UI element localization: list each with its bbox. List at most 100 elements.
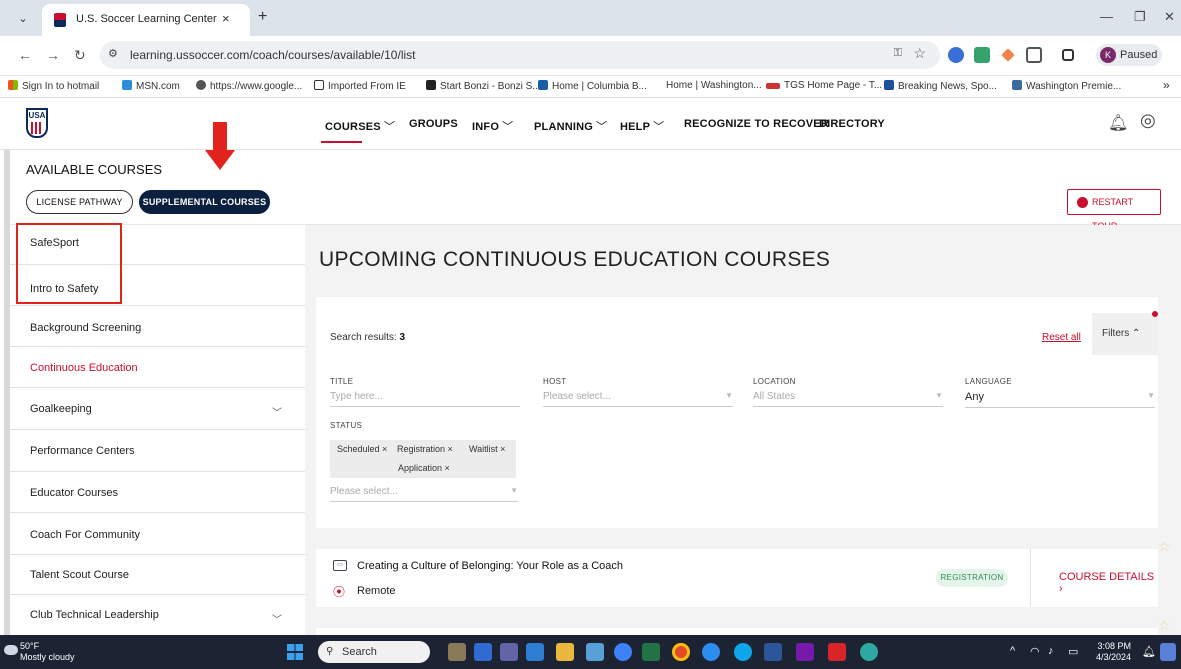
host-filter-select[interactable]: Please select... ▼ [543,391,733,407]
new-tab-button[interactable]: + [258,8,267,26]
chevron-up-icon: ⌃ [1132,328,1141,339]
tab-close-icon[interactable]: × [222,11,230,26]
language-filter-select[interactable]: Any ▼ [965,391,1155,408]
bell-icon[interactable]: 🔔︎ [1108,113,1128,133]
bookmark-hotmail[interactable]: Sign In to hotmail [8,80,99,92]
extensions-puzzle-icon[interactable] [1026,47,1042,63]
filters-toggle[interactable]: Filters ⌃ [1092,313,1158,355]
nav-directory[interactable]: DIRECTORY [819,118,885,130]
weather-widget[interactable]: 50°F Mostly cloudy [4,641,75,663]
user-profile-icon[interactable]: ◎ [1140,110,1156,131]
minimize-button[interactable]: — [1100,9,1113,24]
taskbar-search[interactable]: ⚲ Search [318,641,430,663]
favorite-star-icon-2[interactable]: ☆ [1158,617,1171,634]
extension-2-icon[interactable] [974,47,990,63]
notification-bell-icon[interactable]: 🔔︎ [1142,645,1156,658]
chevron-down-icon[interactable]: ﹀ [272,404,282,419]
copilot-icon[interactable] [448,643,466,661]
status-chip-application[interactable]: Application × [398,459,450,477]
chrome-icon[interactable] [672,643,690,661]
outlook-icon[interactable] [702,643,720,661]
chrome-canary-icon[interactable] [614,643,632,661]
bookmark-star-icon[interactable]: ☆ [913,45,926,62]
edge-icon[interactable] [734,643,752,661]
profile-button[interactable]: K Paused [1096,44,1162,66]
copilot-tray-icon[interactable] [1160,643,1176,661]
windows-start-icon[interactable] [287,644,303,660]
location-filter-select[interactable]: All States ▼ [753,391,943,407]
course-card-next[interactable] [316,628,1158,635]
bookmark-columbia[interactable]: Home | Columbia B... [538,80,647,92]
nav-info[interactable]: INFO ﹀ [472,118,513,134]
browser-tab[interactable]: U.S. Soccer Learning Center × [42,4,250,36]
teams-icon[interactable] [500,643,518,661]
license-pathway-button[interactable]: LICENSE PATHWAY [26,190,133,214]
title-filter-input[interactable]: Type here... [330,391,520,407]
nav-recognize-to-recover[interactable]: RECOGNIZE TO RECOVER [684,118,829,130]
word-icon[interactable] [764,643,782,661]
sidebar-item-goalkeeping[interactable]: Goalkeeping ﹀ [10,388,305,430]
system-clock[interactable]: 3:08 PM 4/3/2024 [1096,641,1131,663]
address-bar[interactable]: ⚙ learning.ussoccer.com/coach/courses/av… [100,41,940,69]
nav-planning[interactable]: PLANNING ﹀ [534,118,607,134]
nav-courses[interactable]: COURSES ﹀ [325,118,395,134]
wifi-icon[interactable]: ◠ [1030,645,1040,658]
status-chip-registration[interactable]: Registration × [397,440,453,458]
forward-arrow-icon[interactable]: → [46,47,60,63]
onenote-icon[interactable] [796,643,814,661]
excel-icon[interactable] [642,643,660,661]
nav-help[interactable]: HELP ﹀ [620,118,664,134]
course-card[interactable]: ▭ Creating a Culture of Belonging: Your … [316,549,1158,607]
tray-overflow-icon[interactable]: ^ [1010,645,1015,657]
status-chip-waitlist[interactable]: Waitlist × [469,440,505,458]
course-details-link[interactable]: COURSE DETAILS › [1059,571,1158,595]
sidebar-item-background-screening[interactable]: Background Screening [10,306,305,347]
battery-icon[interactable]: ▭ [1068,645,1078,658]
sidebar-item-performance-centers[interactable]: Performance Centers [10,430,305,472]
bookmark-google[interactable]: https://www.google... [196,80,302,92]
ussoccer-logo[interactable]: USA [26,108,48,138]
bookmark-breaking-news[interactable]: Breaking News, Spo... [884,80,997,92]
profile-status: Paused [1120,49,1158,61]
site-info-icon[interactable]: ⚙ [108,47,118,60]
sidebar-item-talent-scout-course[interactable]: Talent Scout Course [10,555,305,595]
active-nav-underline [321,141,362,143]
app-globe-icon[interactable] [860,643,878,661]
tab-search-button[interactable]: ⌄ [14,10,32,28]
widgets-icon[interactable] [526,643,544,661]
bookmark-imported-ie[interactable]: Imported From IE [314,80,406,92]
reset-all-link[interactable]: Reset all [1042,332,1081,343]
sidebar-item-educator-courses[interactable]: Educator Courses [10,472,305,513]
bookmark-washington[interactable]: Home | Washington... [666,80,762,91]
password-key-icon[interactable]: ⚿ [894,47,902,60]
cloud-icon [4,645,18,655]
volume-icon[interactable]: ♪ [1048,645,1054,657]
bookmarks-more-button[interactable]: » [1163,78,1170,92]
favorite-star-icon[interactable]: ☆ [1158,538,1171,555]
sidebar-item-club-technical-leadership[interactable]: Club Technical Leadership ﹀ [10,595,305,635]
bookmark-msn[interactable]: MSN.com [122,80,180,92]
acrobat-icon[interactable] [828,643,846,661]
bookmark-washington-premier[interactable]: Washington Premie... [1012,80,1121,92]
task-view-icon[interactable] [474,643,492,661]
bookmark-bonzi[interactable]: Start Bonzi - Bonzi S... [426,80,541,92]
chevron-down-icon[interactable]: ﹀ [272,611,282,626]
supplemental-courses-button[interactable]: SUPPLEMENTAL COURSES [139,190,270,214]
side-panel-icon[interactable] [1062,49,1074,61]
restart-tour-button[interactable]: RESTART TOUR [1067,189,1161,231]
status-chip-scheduled[interactable]: Scheduled × [337,440,387,458]
nav-groups[interactable]: GROUPS [409,118,458,130]
chevron-down-icon: ﹀ [383,121,396,133]
back-arrow-icon[interactable]: ← [18,47,32,63]
sidebar-item-continuous-education[interactable]: Continuous Education [10,347,305,388]
file-explorer-icon[interactable] [556,643,574,661]
extension-1-icon[interactable] [948,47,964,63]
sidebar-item-coach-for-community[interactable]: Coach For Community [10,513,305,555]
reload-icon[interactable]: ↻ [74,47,86,64]
close-window-button[interactable]: ✕ [1164,9,1175,25]
status-filter-select[interactable]: Please select... ▼ [330,486,518,502]
restore-button[interactable]: ❐ [1134,9,1146,25]
extension-3-icon[interactable] [1001,48,1015,62]
bookmark-tgs[interactable]: TGS Home Page - T... [766,80,882,91]
store-icon[interactable] [586,643,604,661]
